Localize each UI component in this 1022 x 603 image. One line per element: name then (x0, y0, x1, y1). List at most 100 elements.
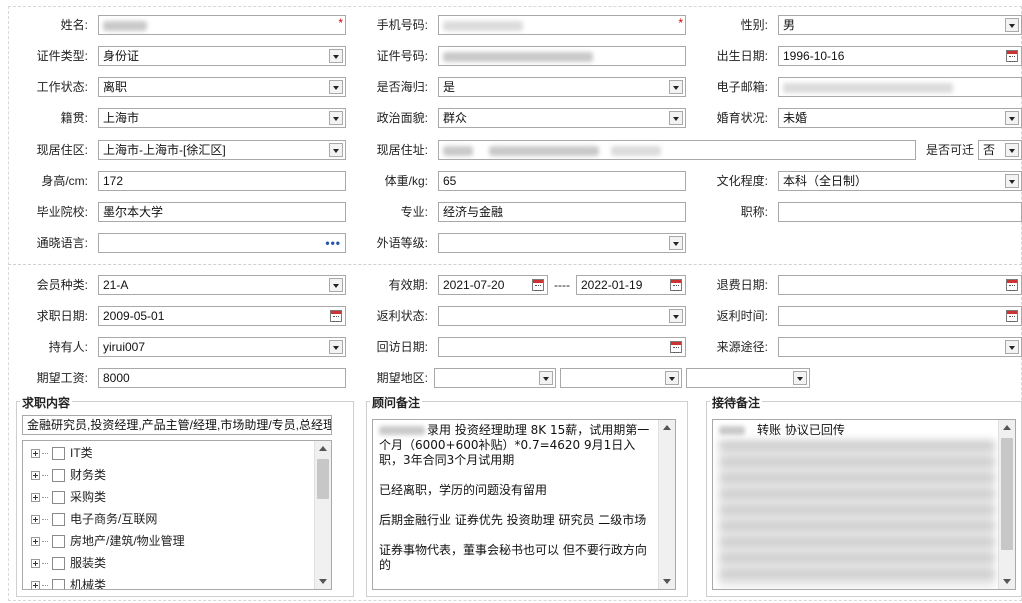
birth-date-field[interactable]: 1996-10-16 (778, 46, 1022, 66)
calendar-icon[interactable] (670, 279, 682, 291)
chevron-down-icon[interactable] (669, 236, 683, 250)
region-province-select[interactable] (434, 368, 556, 388)
tree-item[interactable]: 机械类 (31, 574, 106, 589)
calendar-icon[interactable] (1006, 279, 1018, 291)
chevron-down-icon[interactable] (665, 371, 679, 385)
tree-scrollbar[interactable] (314, 441, 331, 589)
rebate-time-field[interactable] (778, 306, 1022, 326)
returnee-select[interactable]: 是 (438, 77, 686, 97)
chevron-down-icon[interactable] (669, 111, 683, 125)
checkbox[interactable] (52, 557, 65, 571)
scroll-up-icon[interactable] (663, 425, 671, 430)
checkbox[interactable] (52, 579, 65, 589)
tree-item[interactable]: IT类 (31, 442, 93, 464)
chevron-down-icon[interactable] (329, 278, 343, 292)
id-type-select[interactable]: 身份证 (98, 46, 346, 66)
expand-icon[interactable] (31, 471, 40, 481)
visit-date-field[interactable] (438, 337, 686, 357)
email-field[interactable] (778, 77, 1022, 97)
notes-scrollbar[interactable] (998, 420, 1015, 589)
chevron-down-icon[interactable] (1005, 111, 1019, 125)
expand-icon[interactable] (31, 449, 40, 459)
reception-notes-textarea[interactable]: 转账 协议已回传 (712, 419, 1016, 590)
scroll-up-icon[interactable] (319, 446, 327, 451)
chevron-down-icon[interactable] (539, 371, 553, 385)
calendar-icon[interactable] (1006, 50, 1018, 62)
school-field[interactable]: 墨尔本大学 (98, 202, 346, 222)
phone-field[interactable]: * (438, 15, 686, 35)
scroll-down-icon[interactable] (319, 579, 327, 584)
job-content-summary[interactable]: 金融研究员,投资经理,产品主管/经理,市场助理/专员,总经理 (22, 415, 332, 435)
title-field[interactable] (778, 202, 1022, 222)
expand-icon[interactable] (31, 537, 40, 547)
chevron-down-icon[interactable] (329, 340, 343, 354)
scroll-thumb[interactable] (1001, 438, 1013, 550)
member-type-select[interactable]: 21-A (98, 275, 346, 295)
refund-date-field[interactable] (778, 275, 1022, 295)
rebate-status-select[interactable] (438, 306, 686, 326)
checkbox[interactable] (52, 535, 65, 549)
residence-area-select[interactable]: 上海市-上海市-[徐汇区] (98, 140, 346, 160)
chevron-down-icon[interactable] (329, 80, 343, 94)
calendar-icon[interactable] (532, 279, 544, 291)
chevron-down-icon[interactable] (329, 143, 343, 157)
tree-item[interactable]: 服装类 (31, 552, 106, 574)
consultant-notes-textarea[interactable]: 录用 投资经理助理 8K 15薪，试用期第一个月（6000+600补贴）*0.7… (372, 419, 676, 590)
chevron-down-icon[interactable] (669, 80, 683, 94)
chevron-down-icon[interactable] (1005, 18, 1019, 32)
relocate-select[interactable]: 否 (978, 140, 1022, 160)
region-city-select[interactable] (560, 368, 682, 388)
expand-icon[interactable] (31, 515, 40, 525)
chevron-down-icon[interactable] (1005, 340, 1019, 354)
foreign-level-select[interactable] (438, 233, 686, 253)
calendar-icon[interactable] (1006, 310, 1018, 322)
education-select[interactable]: 本科（全日制） (778, 171, 1022, 191)
calendar-icon[interactable] (330, 310, 342, 322)
gender-select[interactable]: 男 (778, 15, 1022, 35)
checkbox[interactable] (52, 469, 65, 483)
chevron-down-icon[interactable] (1005, 174, 1019, 188)
tree-item[interactable]: 电子商务/互联网 (31, 508, 157, 530)
notes-scrollbar[interactable] (658, 420, 675, 589)
tree-item[interactable]: 财务类 (31, 464, 106, 486)
major-field[interactable]: 经济与金融 (438, 202, 686, 222)
expand-icon[interactable] (31, 493, 40, 503)
chevron-down-icon[interactable] (329, 49, 343, 63)
region-district-select[interactable] (686, 368, 810, 388)
chevron-down-icon[interactable] (669, 309, 683, 323)
scroll-thumb[interactable] (317, 459, 329, 499)
job-category-tree[interactable]: IT类 财务类 采购类 电子商务/互联网 房地产/建筑/物业管理 服装类 机械类 (22, 440, 332, 590)
holder-select[interactable]: yirui007 (98, 337, 346, 357)
checkbox[interactable] (52, 447, 65, 461)
scroll-down-icon[interactable] (663, 579, 671, 584)
checkbox[interactable] (52, 491, 65, 505)
native-place-select[interactable]: 上海市 (98, 108, 346, 128)
expand-icon[interactable] (31, 581, 40, 589)
job-date-field[interactable]: 2009-05-01 (98, 306, 346, 326)
chevron-down-icon[interactable] (793, 371, 807, 385)
valid-from-field[interactable]: 2021-07-20 (438, 275, 548, 295)
weight-field[interactable]: 65 (438, 171, 686, 191)
scroll-down-icon[interactable] (1003, 579, 1011, 584)
scroll-up-icon[interactable] (1003, 425, 1011, 430)
tree-item[interactable]: 房地产/建筑/物业管理 (31, 530, 185, 552)
valid-to-field[interactable]: 2022-01-19 (576, 275, 686, 295)
tree-item[interactable]: 采购类 (31, 486, 106, 508)
height-field[interactable]: 172 (98, 171, 346, 191)
political-select[interactable]: 群众 (438, 108, 686, 128)
address-field[interactable] (438, 140, 916, 160)
birth-date-label: 出生日期: (716, 49, 768, 63)
calendar-icon[interactable] (670, 341, 682, 353)
work-status-select[interactable]: 离职 (98, 77, 346, 97)
chevron-down-icon[interactable] (329, 111, 343, 125)
salary-field[interactable]: 8000 (98, 368, 346, 388)
language-picker[interactable]: ••• (98, 233, 346, 253)
name-field[interactable]: * (98, 15, 346, 35)
expand-icon[interactable] (31, 559, 40, 569)
marital-select[interactable]: 未婚 (778, 108, 1022, 128)
chevron-down-icon[interactable] (1005, 143, 1019, 157)
more-icon[interactable]: ••• (325, 234, 341, 252)
checkbox[interactable] (52, 513, 65, 527)
id-number-field[interactable] (438, 46, 686, 66)
source-select[interactable] (778, 337, 1022, 357)
